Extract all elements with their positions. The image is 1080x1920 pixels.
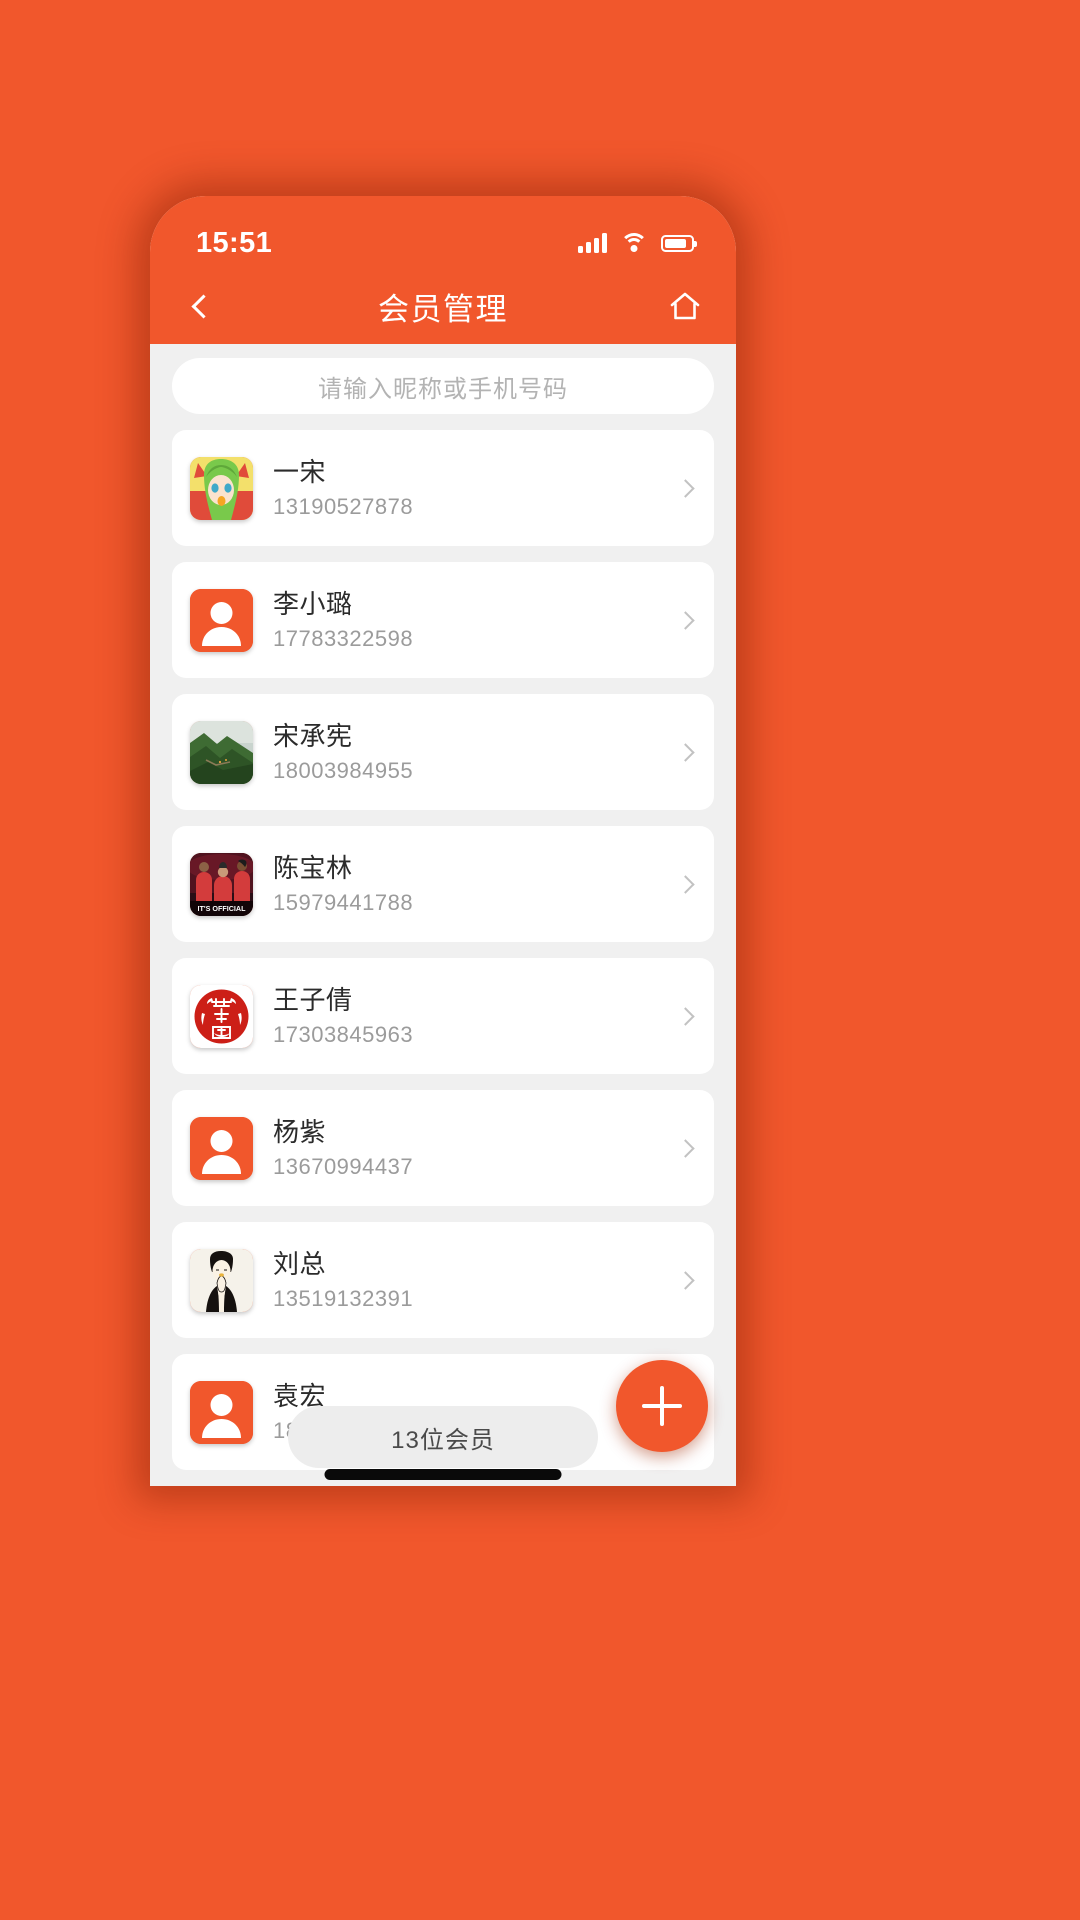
- chevron-right-icon[interactable]: [676, 478, 695, 498]
- member-info: 宋承宪 18003984955: [273, 720, 679, 785]
- member-name: 杨紫: [273, 1116, 327, 1147]
- member-name: 宋承宪: [273, 720, 353, 751]
- member-row[interactable]: 宋承宪 18003984955: [172, 694, 714, 810]
- member-row[interactable]: IT'S OFFICIAL 陈宝林 15979441788: [172, 826, 714, 942]
- member-row[interactable]: 王子倩 17303845963: [172, 958, 714, 1074]
- member-info: 陈宝林 15979441788: [273, 852, 679, 917]
- member-count-label: 13位会员: [391, 1426, 495, 1454]
- add-member-button[interactable]: [616, 1360, 708, 1452]
- phone-frame: 15:51 会员管理 请输入昵称或手机号码 一宋 13190527878 李小璐…: [150, 196, 736, 1486]
- status-bar-icons: [578, 232, 697, 254]
- member-name: 王子倩: [273, 984, 353, 1015]
- member-row[interactable]: 刘总 13519132391: [172, 1222, 714, 1338]
- member-avatar: IT'S OFFICIAL: [190, 852, 253, 916]
- member-row[interactable]: 杨紫 13670994437: [172, 1090, 714, 1206]
- chevron-right-icon[interactable]: [676, 1006, 695, 1026]
- member-phone: 18003984955: [273, 758, 414, 784]
- member-info: 李小璐 17783322598: [273, 588, 679, 653]
- member-avatar: [190, 1380, 253, 1444]
- member-phone: 17783322598: [273, 626, 414, 652]
- page-title: 会员管理: [378, 291, 508, 327]
- member-avatar: [190, 456, 253, 520]
- wifi-icon: [620, 232, 648, 254]
- member-avatar: [190, 1248, 253, 1312]
- member-avatar: [190, 1116, 253, 1180]
- chevron-right-icon[interactable]: [676, 742, 695, 762]
- svg-text:IT'S OFFICIAL: IT'S OFFICIAL: [197, 904, 246, 913]
- member-name: 李小璐: [273, 588, 353, 619]
- search-input[interactable]: 请输入昵称或手机号码: [172, 358, 714, 414]
- member-row[interactable]: 一宋 13190527878: [172, 430, 714, 546]
- member-phone: 13190527878: [273, 494, 414, 520]
- status-bar-time: 15:51: [196, 226, 273, 259]
- member-phone: 15979441788: [273, 890, 414, 916]
- member-info: 杨紫 13670994437: [273, 1116, 679, 1181]
- member-phone: 13519132391: [273, 1286, 414, 1312]
- signal-bars-icon: [578, 233, 607, 253]
- member-count-toast: 13位会员: [288, 1406, 598, 1468]
- battery-icon: [661, 234, 697, 252]
- home-indicator: [324, 1469, 562, 1480]
- back-button[interactable]: [178, 283, 224, 329]
- member-name: 一宋: [273, 456, 327, 487]
- navigation-bar: 会员管理: [150, 274, 736, 344]
- member-info: 王子倩 17303845963: [273, 984, 679, 1049]
- member-avatar: [190, 984, 253, 1048]
- member-phone: 17303845963: [273, 1022, 414, 1048]
- search-placeholder: 请输入昵称或手机号码: [318, 375, 568, 403]
- member-avatar: [190, 588, 253, 652]
- member-phone: 13670994437: [273, 1154, 414, 1180]
- status-bar: 15:51: [150, 196, 736, 274]
- member-avatar: [190, 720, 253, 784]
- member-name: 陈宝林: [273, 852, 353, 883]
- member-row[interactable]: 李小璐 17783322598: [172, 562, 714, 678]
- member-info: 刘总 13519132391: [273, 1248, 679, 1313]
- chevron-right-icon[interactable]: [676, 1270, 695, 1290]
- chevron-left-icon: [191, 293, 216, 319]
- member-info: 一宋 13190527878: [273, 456, 679, 521]
- chevron-right-icon[interactable]: [676, 610, 695, 630]
- member-list-scroll-area[interactable]: 请输入昵称或手机号码 一宋 13190527878 李小璐 1778332259…: [150, 344, 736, 1486]
- member-list: 一宋 13190527878 李小璐 17783322598 宋承宪 18003…: [172, 430, 714, 1486]
- home-icon: [670, 292, 700, 320]
- chevron-right-icon[interactable]: [676, 874, 695, 894]
- chevron-right-icon[interactable]: [676, 1138, 695, 1158]
- home-button[interactable]: [662, 283, 708, 329]
- member-name: 刘总: [273, 1248, 327, 1279]
- plus-icon: [642, 1386, 682, 1426]
